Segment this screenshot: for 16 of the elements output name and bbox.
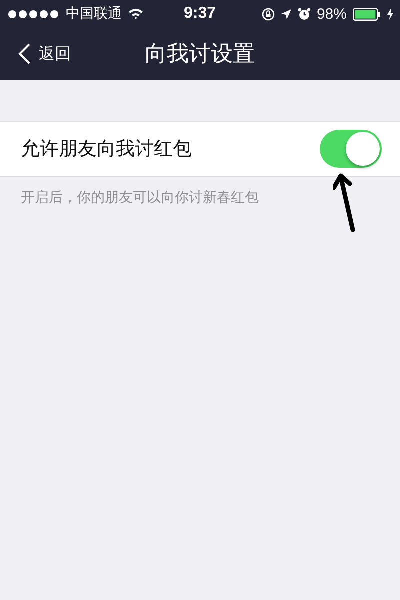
setting-label: 允许朋友向我讨红包 <box>21 137 192 162</box>
clock-time: 9:37 <box>184 5 216 23</box>
back-chevron-icon <box>18 43 31 65</box>
back-button[interactable]: 返回 <box>18 43 71 65</box>
wifi-icon <box>128 8 144 20</box>
rotation-lock-icon <box>262 8 275 20</box>
hint-text: 开启后，你的朋友可以向你讨新春红包 <box>21 190 259 206</box>
charging-icon <box>387 8 394 20</box>
location-icon <box>280 8 292 20</box>
toggle-switch[interactable] <box>320 130 382 168</box>
signal-icon <box>8 10 60 18</box>
battery-icon <box>353 8 381 20</box>
battery-percent: 98% <box>316 6 347 22</box>
page-title: 向我讨设置 <box>145 41 255 69</box>
carrier-name: 中国联通 <box>66 5 122 23</box>
alarm-icon <box>298 8 311 20</box>
